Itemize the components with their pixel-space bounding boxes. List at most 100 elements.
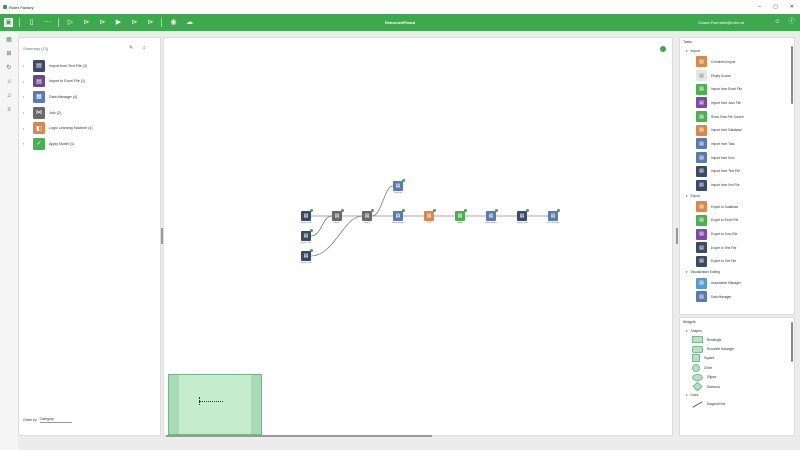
notes-icon[interactable]: ♫ — [4, 77, 14, 87]
summary-item[interactable]: › ▤ Import from Text File (3) — [19, 58, 160, 74]
flow-node[interactable]: ▤ — [362, 209, 374, 221]
cart-icon[interactable]: ♫ — [4, 91, 14, 101]
tasks-section-title[interactable]: ▾ Visualization Editing — [680, 268, 794, 276]
task-tool-item[interactable]: ▤ Association Manager — [680, 276, 794, 290]
list-icon[interactable]: ≡ — [4, 105, 14, 115]
summary-item[interactable]: › ✓ Apply Model (1) — [19, 136, 160, 152]
node-status-badge — [371, 209, 374, 212]
lines-section-title[interactable]: ▾ Lines — [680, 391, 794, 399]
run-to-icon[interactable]: ⊳ — [98, 18, 107, 27]
task-type-icon: ▤ — [33, 59, 45, 72]
widgets-scrollbar[interactable] — [791, 322, 793, 362]
task-tool-item[interactable]: ▤ Import from Excel File — [680, 82, 794, 96]
task-tool-item[interactable]: ▤ Export to Excel File — [680, 214, 794, 228]
flow-node[interactable]: ▤ — [301, 209, 313, 221]
task-tool-item[interactable]: ▤ Rulex Flow File Source — [680, 110, 794, 124]
task-tool-label: Combined Import — [711, 59, 736, 64]
app-logo — [3, 5, 7, 9]
order-by-select[interactable]: Category — [39, 417, 72, 423]
run-selected-icon[interactable]: ⊳ — [130, 18, 139, 27]
task-tool-icon: ▤ — [696, 138, 707, 150]
summary-item[interactable]: › ▤ Import to Excel File (1) — [19, 74, 160, 90]
chevron-right-icon[interactable]: › — [23, 94, 33, 99]
maximize-button[interactable]: ▢ — [773, 4, 778, 10]
chevron-right-icon[interactable]: › — [23, 110, 33, 115]
task-tool-item[interactable]: ▤ Export to Json File — [680, 227, 794, 241]
widget-shape-item[interactable]: Diamond — [680, 381, 794, 392]
chevron-right-icon[interactable]: › — [23, 63, 33, 68]
tasks-section-title[interactable]: ▾ Import — [680, 47, 794, 55]
flow-node[interactable]: ▤ — [548, 209, 560, 221]
grid-icon[interactable]: ⊞ — [4, 49, 14, 59]
order-by: Order by Category — [23, 417, 72, 423]
canvas-minimap[interactable] — [168, 374, 262, 435]
task-tool-item[interactable]: ▤ Export to Database — [680, 200, 794, 214]
tasks-section-label: Visualization Editing — [690, 270, 720, 275]
settings-icon[interactable]: ◉ — [169, 18, 178, 27]
search-icon[interactable]: ⌕ — [143, 45, 146, 51]
flow-node[interactable]: ▤ — [332, 209, 344, 221]
shapes-section-title[interactable]: ▾ Shapes — [680, 327, 794, 335]
history-icon[interactable]: ↻ — [4, 63, 14, 73]
tasks-section-title[interactable]: ▾ Export — [680, 192, 794, 200]
chevron-right-icon[interactable]: › — [23, 79, 33, 84]
task-tool-item[interactable]: ▤ Export to Xml File — [680, 255, 794, 269]
line-preview — [692, 400, 703, 408]
flow-node[interactable]: ▤ — [424, 209, 436, 221]
new-icon[interactable]: ▯ — [27, 18, 36, 27]
flow-node[interactable]: ▤ — [517, 209, 529, 221]
user-icon[interactable]: ☺ — [773, 18, 782, 27]
task-tool-item[interactable]: ▤ Empty Source — [680, 69, 794, 83]
widget-shape-label: Circle — [704, 365, 713, 370]
flow-node[interactable]: ▤ — [486, 209, 498, 221]
run-from-icon[interactable]: ⊳ — [82, 18, 91, 27]
summary-item-label: Import from Text File (3) — [49, 63, 88, 68]
run-icon[interactable]: ▷ — [66, 18, 75, 27]
task-tool-item[interactable]: ▤ Data Manager — [680, 290, 794, 304]
panel-toggle-icon[interactable]: ▣ — [4, 18, 13, 27]
task-tool-item[interactable]: ▤ Import from Database — [680, 123, 794, 137]
run-branch-icon[interactable]: ⊳ — [146, 18, 155, 27]
canvas-status-icon[interactable] — [660, 46, 666, 52]
summary-item-label: Apply Model (1) — [49, 141, 75, 146]
node-status-badge — [310, 249, 313, 252]
flow-node[interactable]: ▤ — [393, 209, 405, 221]
shape-preview — [692, 345, 703, 353]
flow-node[interactable]: ▤ — [393, 179, 405, 191]
task-tool-item[interactable]: ▤ Import from Task — [680, 137, 794, 151]
task-type-icon: ✓ — [33, 137, 45, 150]
cloud-icon[interactable]: ☁ — [185, 18, 194, 27]
more-icon[interactable]: ⋯ — [43, 18, 52, 27]
widgets-title: Widgets — [683, 320, 696, 324]
widget-shape-item[interactable]: Rounded rectangle — [680, 344, 794, 353]
task-tool-item[interactable]: ▤ Import from Xml File — [680, 178, 794, 192]
summary-item[interactable]: › ⋈ Join (2) — [19, 105, 160, 121]
run-all-icon[interactable]: ▶ — [114, 18, 123, 27]
summary-item[interactable]: › ◧ Logic Learning Machine (1) — [19, 120, 160, 136]
flow-node[interactable]: ▤ — [301, 249, 313, 261]
widget-shape-item[interactable]: Square — [680, 354, 794, 363]
widget-shape-item[interactable]: Circle — [680, 363, 794, 372]
summary-icon[interactable]: ▦ — [4, 35, 14, 45]
widget-shape-item[interactable]: Rectangle — [680, 335, 794, 344]
edit-icon[interactable]: ✎ — [129, 45, 133, 51]
minimize-button[interactable]: – — [758, 4, 761, 10]
widget-line-item[interactable]: Diagonal line — [680, 399, 794, 408]
task-tool-item[interactable]: ▤ Combined Import — [680, 55, 794, 69]
task-tool-item[interactable]: ▤ Import from Json File — [680, 96, 794, 110]
task-tool-item[interactable]: ▤ Import from Knw — [680, 151, 794, 165]
shape-preview — [692, 363, 700, 372]
chevron-right-icon[interactable]: › — [23, 141, 33, 146]
right-splitter-handle[interactable] — [676, 228, 678, 244]
canvas-horizontal-scrollbar[interactable] — [166, 435, 432, 437]
task-tool-item[interactable]: ▤ Import from Text File — [680, 165, 794, 179]
tasks-scrollbar[interactable] — [791, 46, 793, 104]
flow-node[interactable]: ▤ — [301, 229, 313, 241]
chevron-right-icon[interactable]: › — [23, 126, 33, 131]
widget-shape-label: Rounded rectangle — [707, 347, 734, 352]
info-icon[interactable]: ⓘ — [787, 18, 796, 27]
task-tool-item[interactable]: ▤ Export to Text File — [680, 241, 794, 255]
close-button[interactable]: ✕ — [790, 4, 794, 10]
summary-item[interactable]: › ▦ Data Manager (4) — [19, 89, 160, 105]
flow-node[interactable]: ▤ — [455, 209, 467, 221]
